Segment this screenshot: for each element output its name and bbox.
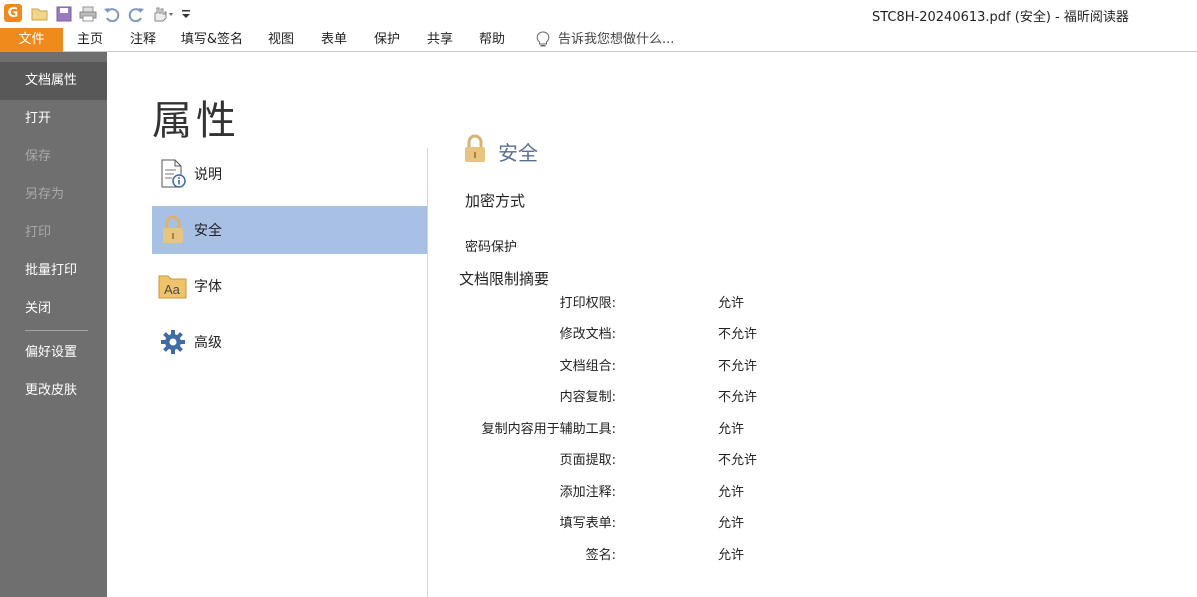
sidebar-item-batch-print[interactable]: 批量打印 bbox=[0, 252, 107, 290]
sidebar-item-close[interactable]: 关闭 bbox=[0, 290, 107, 328]
security-heading-text: 安全 bbox=[498, 140, 538, 165]
category-security[interactable]: 安全 bbox=[152, 206, 427, 254]
category-label: 安全 bbox=[194, 223, 222, 239]
permission-key: 添加注释: bbox=[559, 485, 616, 500]
permission-row: 打印权限: 允许 bbox=[440, 292, 840, 312]
permission-row: 页面提取: 不允许 bbox=[440, 449, 840, 469]
tab-help[interactable]: 帮助 bbox=[471, 28, 513, 52]
tab-view[interactable]: 视图 bbox=[260, 28, 302, 52]
permission-key: 填写表单: bbox=[559, 516, 616, 531]
save-icon[interactable] bbox=[54, 4, 74, 24]
category-label: 说明 bbox=[194, 167, 222, 183]
permission-value: 允许 bbox=[718, 516, 745, 531]
permission-value: 不允许 bbox=[718, 453, 758, 468]
permission-value: 允许 bbox=[718, 296, 745, 311]
sidebar-item-change-skin[interactable]: 更改皮肤 bbox=[0, 372, 107, 410]
tell-me-placeholder: 告诉我您想做什么... bbox=[558, 32, 675, 47]
app-logo-icon[interactable]: G bbox=[4, 4, 22, 22]
permission-key: 复制内容用于辅助工具: bbox=[481, 422, 616, 437]
permission-value: 允许 bbox=[718, 548, 745, 563]
gear-icon bbox=[158, 326, 188, 358]
permission-row: 填写表单: 允许 bbox=[440, 512, 840, 532]
svg-text:Aa: Aa bbox=[164, 282, 181, 297]
tell-me-search[interactable]: 告诉我您想做什么... bbox=[536, 28, 674, 52]
print-icon[interactable] bbox=[78, 4, 98, 24]
tab-fill-sign[interactable]: 填写&签名 bbox=[176, 28, 248, 52]
category-fonts[interactable]: Aa 字体 bbox=[152, 262, 427, 310]
permission-value: 允许 bbox=[718, 485, 745, 500]
category-advanced[interactable]: 高级 bbox=[152, 318, 427, 366]
tab-protect[interactable]: 保护 bbox=[366, 28, 408, 52]
category-description[interactable]: 说明 bbox=[152, 150, 427, 198]
permission-row: 文档组合: 不允许 bbox=[440, 355, 840, 375]
category-label: 高级 bbox=[194, 335, 222, 351]
permission-row: 内容复制: 不允许 bbox=[440, 386, 840, 406]
sidebar-item-print: 打印 bbox=[25, 225, 52, 240]
lock-icon bbox=[158, 214, 188, 246]
redo-icon[interactable] bbox=[126, 4, 146, 24]
lightbulb-icon bbox=[536, 31, 550, 47]
permission-row: 复制内容用于辅助工具: 允许 bbox=[440, 418, 840, 438]
undo-icon[interactable] bbox=[102, 4, 122, 24]
permission-key: 文档组合: bbox=[559, 359, 616, 374]
ribbon-tabs: 文件 主页 注释 填写&签名 视图 表单 保护 共享 帮助 告诉我您想做什么..… bbox=[0, 28, 1197, 52]
security-heading: 安全 bbox=[462, 134, 538, 168]
lock-icon bbox=[462, 134, 488, 168]
sidebar-item-save: 保存 bbox=[25, 149, 52, 164]
permission-row: 签名: 允许 bbox=[440, 544, 840, 564]
permission-value: 不允许 bbox=[718, 359, 758, 374]
permission-key: 签名: bbox=[585, 548, 616, 563]
quick-access-toolbar bbox=[30, 3, 196, 25]
sidebar-item-open[interactable]: 打开 bbox=[0, 100, 107, 138]
tab-comment[interactable]: 注释 bbox=[122, 28, 164, 52]
hand-tool-icon[interactable] bbox=[150, 4, 176, 24]
document-info-icon bbox=[158, 158, 188, 190]
sidebar-divider bbox=[25, 330, 88, 331]
permission-row: 添加注释: 允许 bbox=[440, 481, 840, 501]
encryption-method-label: 加密方式 bbox=[465, 192, 526, 210]
page-title: 属性 bbox=[152, 98, 240, 144]
permission-key: 页面提取: bbox=[559, 453, 616, 468]
sidebar-item-document-properties[interactable]: 文档属性 bbox=[0, 62, 107, 100]
sidebar-item-save-as: 另存为 bbox=[25, 187, 65, 202]
tab-form[interactable]: 表单 bbox=[313, 28, 355, 52]
customize-dropdown-icon[interactable] bbox=[180, 4, 192, 24]
font-folder-icon: Aa bbox=[158, 270, 188, 302]
sidebar-item-preferences[interactable]: 偏好设置 bbox=[0, 334, 107, 372]
permission-row: 修改文档: 不允许 bbox=[440, 323, 840, 343]
category-label: 字体 bbox=[194, 279, 222, 295]
permission-key: 内容复制: bbox=[559, 390, 616, 405]
title-bar: G STC8H-20240613.pdf (安全) - 福昕阅读器 bbox=[0, 0, 1197, 28]
panel-divider bbox=[427, 148, 428, 597]
encryption-method-value: 密码保护 bbox=[465, 240, 518, 255]
tab-home[interactable]: 主页 bbox=[70, 28, 110, 52]
window-title: STC8H-20240613.pdf (安全) - 福昕阅读器 bbox=[872, 10, 1129, 25]
permission-key: 修改文档: bbox=[559, 327, 616, 342]
permission-key: 打印权限: bbox=[559, 296, 616, 311]
permission-value: 不允许 bbox=[718, 390, 758, 405]
open-icon[interactable] bbox=[30, 4, 50, 24]
restriction-summary-label: 文档限制摘要 bbox=[459, 270, 550, 288]
permission-value: 允许 bbox=[718, 422, 745, 437]
tab-file[interactable]: 文件 bbox=[0, 28, 63, 52]
permission-value: 不允许 bbox=[718, 327, 758, 342]
tab-share[interactable]: 共享 bbox=[419, 28, 461, 52]
backstage-sidebar: 文档属性 打开 保存 另存为 打印 批量打印 关闭 偏好设置 更改皮肤 bbox=[0, 52, 107, 597]
